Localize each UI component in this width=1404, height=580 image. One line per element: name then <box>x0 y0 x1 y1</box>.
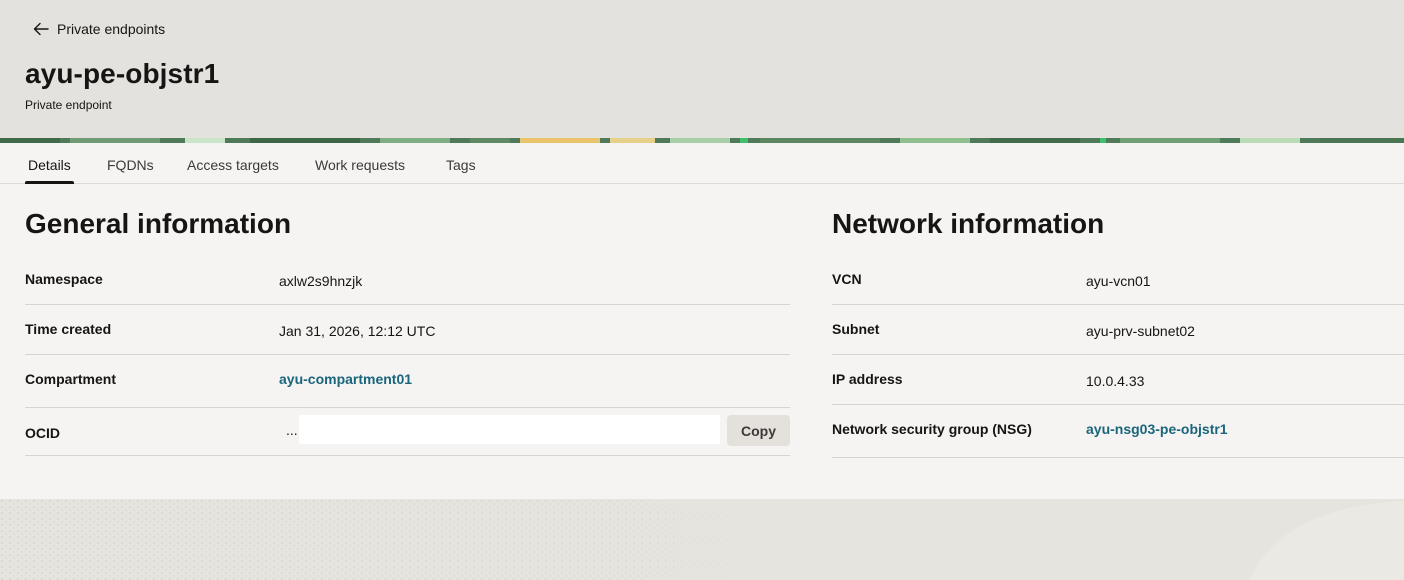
network-information-section: Network information VCN ayu-vcn01 Subnet… <box>832 184 1404 499</box>
tab-tags[interactable]: Tags <box>446 143 476 184</box>
ocid-field[interactable] <box>299 415 720 444</box>
decorative-background <box>0 499 1404 580</box>
tab-work-requests[interactable]: Work requests <box>315 143 405 184</box>
tab-label: Work requests <box>315 157 405 173</box>
copy-ocid-button[interactable]: Copy <box>727 415 790 446</box>
ip-address-row: IP address 10.0.4.33 <box>832 355 1404 405</box>
tab-label: Details <box>28 157 71 173</box>
ocid-label: OCID <box>25 425 60 441</box>
general-information-section: General information Namespace axlw2s9hnz… <box>25 184 790 499</box>
namespace-value: axlw2s9hnzjk <box>279 273 363 289</box>
compartment-row: Compartment ayu-compartment01 <box>25 355 790 408</box>
arrow-left-icon <box>33 22 49 36</box>
tab-details[interactable]: Details <box>25 143 74 185</box>
page-title: ayu-pe-objstr1 <box>25 58 220 89</box>
ocid-ellipsis: ... <box>286 422 298 438</box>
namespace-row: Namespace axlw2s9hnzjk <box>25 258 790 305</box>
tab-label: FQDNs <box>107 157 154 173</box>
vcn-label: VCN <box>832 271 862 287</box>
details-content: General information Namespace axlw2s9hnz… <box>0 184 1404 499</box>
vcn-value: ayu-vcn01 <box>1086 273 1151 289</box>
decorative-banner <box>0 134 1404 143</box>
ip-address-label: IP address <box>832 371 903 387</box>
subnet-value: ayu-prv-subnet02 <box>1086 323 1195 339</box>
subnet-row: Subnet ayu-prv-subnet02 <box>832 305 1404 355</box>
nsg-label: Network security group (NSG) <box>832 421 1032 437</box>
network-information-title: Network information <box>832 208 1105 239</box>
ip-address-value: 10.0.4.33 <box>1086 373 1145 389</box>
compartment-label: Compartment <box>25 371 117 387</box>
tab-fqdns[interactable]: FQDNs <box>107 143 154 184</box>
vcn-row: VCN ayu-vcn01 <box>832 258 1404 305</box>
page-subtitle: Private endpoint <box>25 98 112 112</box>
nsg-link[interactable]: ayu-nsg03-pe-objstr1 <box>1086 421 1228 437</box>
time-created-label: Time created <box>25 321 112 337</box>
nsg-row: Network security group (NSG) ayu-nsg03-p… <box>832 405 1404 458</box>
compartment-link[interactable]: ayu-compartment01 <box>279 371 412 387</box>
namespace-label: Namespace <box>25 271 103 287</box>
tab-label: Tags <box>446 157 476 173</box>
page-header: Private endpoints ayu-pe-objstr1 Private… <box>0 0 1404 134</box>
tab-bar: Details FQDNs Access targets Work reques… <box>0 143 1404 185</box>
back-link-label: Private endpoints <box>57 21 166 37</box>
time-created-row: Time created Jan 31, 2026, 12:12 UTC <box>25 305 790 355</box>
time-created-value: Jan 31, 2026, 12:12 UTC <box>279 323 436 339</box>
ocid-row: OCID ... Copy <box>25 408 790 456</box>
subnet-label: Subnet <box>832 321 880 337</box>
tab-label: Access targets <box>187 157 279 173</box>
general-information-title: General information <box>25 208 292 239</box>
tab-access-targets[interactable]: Access targets <box>187 143 279 184</box>
back-to-private-endpoints-link[interactable]: Private endpoints <box>33 19 165 39</box>
